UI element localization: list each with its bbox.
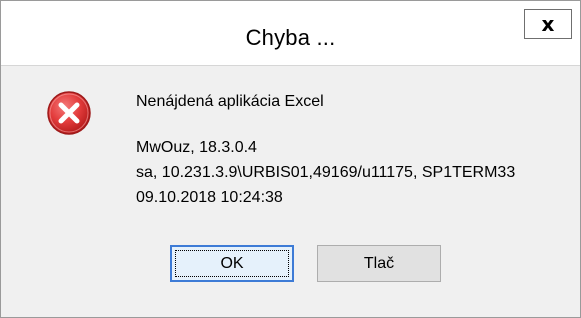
error-detail-line: MwOuz, 18.3.0.4 xyxy=(136,139,257,156)
print-button[interactable]: Tlač xyxy=(317,245,441,282)
ok-button[interactable]: OK xyxy=(170,245,294,282)
close-button[interactable]: x xyxy=(524,9,572,39)
dialog-title: Chyba ... xyxy=(245,25,336,50)
close-icon: x xyxy=(541,12,555,36)
ok-button-label: OK xyxy=(220,254,244,272)
title-bar: Chyba ... x xyxy=(1,1,580,66)
error-detail-line: 09.10.2018 10:24:38 xyxy=(136,189,283,206)
error-message-title: Nenájdená aplikácia Excel xyxy=(136,93,324,110)
error-detail-line: sa, 10.231.3.9\URBIS01,49169/u11175, SP1… xyxy=(136,164,516,181)
print-button-label: Tlač xyxy=(363,254,395,272)
error-dialog: Chyba ... x Nenájdená aplikácia Excel Mw… xyxy=(0,0,581,318)
error-icon xyxy=(47,91,91,135)
